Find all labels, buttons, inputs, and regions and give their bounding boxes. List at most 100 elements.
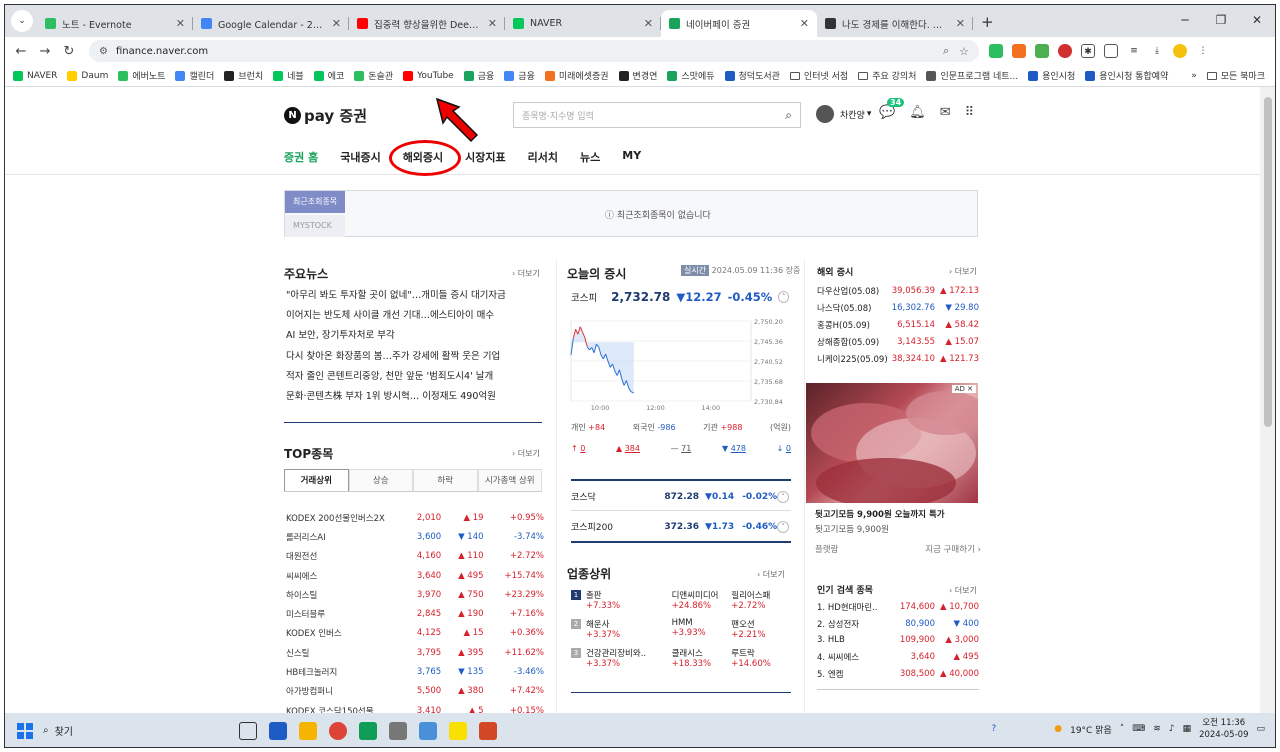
industry-cell[interactable]: HMM +3.93% [672, 618, 732, 640]
stock-name[interactable]: 신스틸 [286, 643, 405, 662]
bell-icon[interactable]: 🔔︎ [909, 105, 926, 120]
windows-start-icon[interactable] [17, 722, 33, 739]
industry-cell[interactable]: 디앤씨미디어 +24.86% [672, 589, 732, 611]
top-stocks-tab[interactable]: 하락 [413, 469, 478, 491]
kosdaq-index[interactable]: 코스닥 872.28 ▼0.14 -0.02% ˅ [571, 490, 789, 503]
table-row[interactable]: 5. 엔켐 308,500 ▲ 40,000 [817, 665, 979, 682]
page-scrollbar[interactable] [1260, 87, 1275, 713]
close-window-icon[interactable]: ✕ [1239, 5, 1275, 35]
top-stocks-more[interactable]: › 더보기 [512, 448, 540, 459]
close-tab-icon[interactable]: ✕ [956, 17, 965, 30]
stock-search-input[interactable]: 종목명·지수명 입력 ⌕ [513, 102, 801, 128]
industry-cell[interactable]: 팬오션 +2.21% [731, 618, 791, 640]
industry-cell[interactable]: 루트락 +14.60% [731, 647, 791, 669]
bookmark-item[interactable]: 에버노트 [118, 69, 165, 82]
expand-icon[interactable]: ˅ [777, 520, 789, 533]
puzzle-icon[interactable]: ✱ [1081, 44, 1095, 58]
bookmark-item[interactable]: 청덕도서관 [724, 69, 780, 82]
all-bookmarks-folder[interactable]: 모든 북마크 [1206, 69, 1265, 82]
volume-icon[interactable]: ♪ [1169, 724, 1175, 734]
main-news-more[interactable]: › 더보기 [512, 268, 540, 279]
table-row[interactable]: 씨씨에스 3,640 ▲ 495 +15.74% [286, 566, 544, 585]
stock-name[interactable]: KODEX 인버스 [286, 624, 405, 643]
bookmark-item[interactable]: YouTube [403, 70, 454, 81]
industry-row[interactable]: 3 건강관리장비와.. +3.37% 클래시스 +18.33% 루트락 +14.60% [571, 647, 791, 669]
bookmark-item[interactable]: 인문프로그램 네트... [926, 69, 1018, 82]
file-explorer-icon[interactable] [299, 721, 317, 740]
ad-badge[interactable]: AD ✕ [951, 385, 976, 393]
industry-row[interactable]: 1 출판 +7.33% 디앤씨미디어 +24.86% 필리어스패 +2.72% [571, 589, 791, 611]
industry-row[interactable]: 2 해운사 +3.37% HMM +3.93% 팬오션 +2.21% [571, 618, 791, 640]
app-icon[interactable] [269, 721, 287, 740]
industry-cell[interactable]: 클래시스 +18.33% [672, 647, 732, 669]
bookmark-item[interactable]: 돈슬관 [354, 69, 393, 82]
bookmark-item[interactable]: 변경연 [618, 69, 657, 82]
forward-icon[interactable]: → [33, 44, 57, 59]
stock-name[interactable]: 아가방컴퍼니 [286, 682, 405, 701]
industry-cell[interactable]: 필리어스패 +2.72% [731, 589, 791, 611]
table-row[interactable]: 홍콩H(05.09) 6,515.14 ▲ 58.42 [817, 317, 979, 334]
close-tab-icon[interactable]: ✕ [488, 17, 497, 30]
profile-icon[interactable] [1173, 44, 1187, 58]
bookmark-item[interactable]: 용인시청 통합예약 [1085, 69, 1168, 82]
app-icon[interactable] [419, 721, 437, 740]
news-headline[interactable]: 문화·콘텐츠株 부자 1위 방시혁… 이정재도 490억원 [286, 387, 544, 407]
new-tab-button[interactable]: + [981, 13, 994, 31]
extension-icon[interactable] [1035, 44, 1049, 58]
powerpoint-icon[interactable] [479, 721, 497, 740]
download-icon[interactable]: ⤓ [1150, 44, 1164, 58]
bookmark-item[interactable]: Daum [67, 70, 108, 81]
ad-image[interactable]: AD ✕ [806, 383, 978, 503]
table-row[interactable]: 롤러리스AI 3,600 ▼ 140 -3.74% [286, 527, 544, 546]
browser-tab[interactable]: NAVER ✕ [505, 10, 661, 37]
side-panel-icon[interactable] [1104, 44, 1118, 58]
ad-text[interactable]: 뒷고기모듬 9,900원 오늘까지 특가 뒷고기모듬 9,900원 플랫람 지금 … [815, 508, 981, 555]
maximize-icon[interactable]: ❐ [1203, 5, 1239, 35]
table-row[interactable]: HB테크놀러지 3,765 ▼ 135 -3.46% [286, 662, 544, 681]
browser-tab[interactable]: 나도 경제를 이해한다. <돈슨 ✕ [817, 10, 973, 37]
world-index-more[interactable]: › 더보기 [949, 266, 977, 277]
close-tab-icon[interactable]: ✕ [800, 17, 809, 30]
bookmark-item[interactable]: 브런치 [224, 69, 263, 82]
table-row[interactable]: 2. 삼성전자 80,900 ▼ 400 [817, 616, 979, 633]
kakaotalk-icon[interactable] [449, 721, 467, 740]
grid-icon[interactable]: ▦ [1183, 724, 1192, 734]
stock-name[interactable]: KODEX 200선물인버스2X [286, 508, 405, 527]
news-headline[interactable]: AI 보안, 장기투자처로 부각 [286, 326, 544, 346]
bookmark-item[interactable]: 에코 [313, 69, 344, 82]
bookmarks-more[interactable]: » [1191, 71, 1197, 81]
search-icon[interactable]: ⌕ [785, 108, 792, 123]
clock[interactable]: 오전 11:36 2024-05-09 [1199, 717, 1248, 741]
table-row[interactable]: 다우산업(05.08) 39,056.39 ▲ 172.13 [817, 283, 979, 300]
bookmark-item[interactable]: 주요 강의처 [858, 69, 916, 82]
stock-name[interactable]: 롤러리스AI [286, 527, 405, 546]
extension-icon[interactable] [1012, 44, 1026, 58]
top-stocks-tab[interactable]: 시가총액 상위 [477, 469, 542, 491]
table-row[interactable]: 신스틸 3,795 ▲ 395 +11.62% [286, 643, 544, 662]
reload-icon[interactable]: ↻ [57, 44, 81, 59]
bookmark-item[interactable]: 스맛에듀 [667, 69, 715, 82]
bookmark-item[interactable]: 인터넷 서점 [789, 69, 848, 82]
minimize-icon[interactable]: ─ [1167, 5, 1203, 35]
table-row[interactable]: 대원전선 4,160 ▲ 110 +2.72% [286, 547, 544, 566]
back-icon[interactable]: ← [9, 44, 33, 59]
ad-cta[interactable]: 지금 구매하기 › [925, 543, 981, 555]
table-row[interactable]: KODEX 200선물인버스2X 2,010 ▲ 19 +0.95% [286, 508, 544, 527]
table-row[interactable]: KODEX 인버스 4,125 ▲ 15 +0.36% [286, 624, 544, 643]
nav-tab[interactable]: MY [622, 149, 641, 165]
zoom-icon[interactable]: ⌕ [943, 44, 949, 58]
popular-more[interactable]: › 더보기 [949, 585, 977, 596]
nav-tab[interactable]: 증권 홈 [284, 149, 318, 165]
industry-cell[interactable]: 건강관리장비와.. +3.37% [586, 647, 672, 669]
app-icon[interactable] [389, 721, 407, 740]
bookmark-item[interactable]: 금융 [463, 69, 494, 82]
app-icon[interactable] [359, 721, 377, 740]
browser-tab[interactable]: Google Calendar - 2024년 5월 ✕ [193, 10, 349, 37]
mail-icon[interactable]: ✉ [940, 105, 951, 120]
table-row[interactable]: KODEX 코스닥150선물 3,410 ▲ 5 +0.15% [286, 701, 544, 713]
bookmark-item[interactable]: 용인시청 [1028, 69, 1075, 82]
cast-icon[interactable]: ≡ [1127, 44, 1141, 58]
stock-name[interactable]: HB테크놀러지 [286, 662, 405, 681]
collapse-icon[interactable]: ˄ [778, 291, 789, 303]
news-headline[interactable]: 이어지는 반도체 사이클 개선 기대…에스티아이 매수 [286, 306, 544, 326]
